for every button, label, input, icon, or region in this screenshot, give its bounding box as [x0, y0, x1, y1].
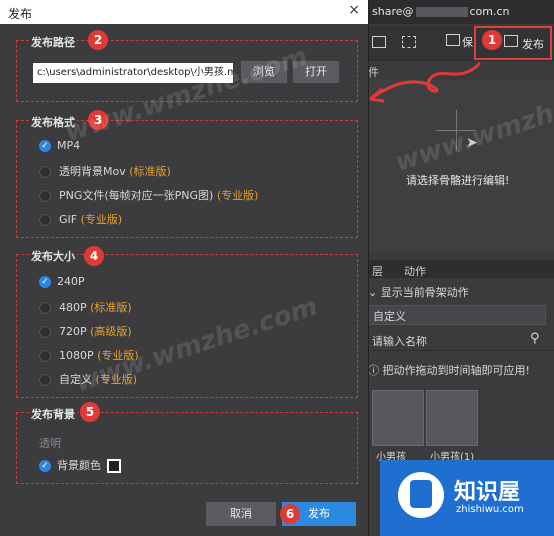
radio-icon — [39, 350, 51, 362]
action-thumb[interactable] — [426, 390, 478, 446]
format-option-gif[interactable]: GIF (专业版) — [39, 211, 122, 227]
search-input[interactable]: 请输入名称 ⚲ — [368, 330, 554, 351]
size-option-custom[interactable]: 自定义 (专业版) — [39, 371, 137, 387]
search-placeholder: 请输入名称 — [372, 335, 427, 348]
crosshair-h — [436, 130, 476, 131]
background-section: 发布背景 透明 ✓ 背景颜色 — [16, 406, 358, 484]
dialog-title: 发布 — [8, 7, 33, 21]
transparent-option[interactable]: 透明 — [39, 435, 61, 451]
size-section: 发布大小 ✓ 240P 480P (标准版) 720P (高级版) 1080P (… — [16, 248, 358, 398]
upload-icon — [504, 35, 518, 47]
format-option-png[interactable]: PNG文件(每帧对应一张PNG图) (专业版) — [39, 187, 258, 203]
size-option-720p[interactable]: 720P (高级版) — [39, 323, 132, 339]
radio-icon — [39, 326, 51, 338]
check-icon: ✓ — [39, 140, 51, 152]
tab-action[interactable]: 动作 — [404, 263, 426, 279]
path-input[interactable]: c:\users\administrator\desktop\小男孩.mp4 — [33, 63, 233, 83]
canvas-hint: 请选择骨骼进行编辑! — [406, 174, 510, 187]
chevron-down-icon: ⌄ — [368, 286, 381, 299]
size-option-240p[interactable]: ✓ 240P — [39, 275, 85, 288]
drag-hint: ⓘ 把动作拖动到时间轴即可应用! — [368, 364, 530, 377]
radio-icon — [39, 374, 51, 386]
format-option-mov[interactable]: 透明背景Mov (标准版) — [39, 163, 171, 179]
format-section-label: 发布格式 — [29, 114, 77, 130]
size-section-label: 发布大小 — [29, 248, 77, 264]
action-select[interactable]: 自定义 — [368, 305, 546, 325]
path-section: 发布路径 c:\users\administrator\desktop\小男孩.… — [16, 34, 358, 102]
size-option-480p[interactable]: 480P (标准版) — [39, 299, 132, 315]
badge-6: 6 — [280, 504, 300, 524]
site-logo: 知识屋 zhishiwu.com — [380, 460, 554, 536]
format-section: 发布格式 ✓ MP4 透明背景Mov (标准版) PNG文件(每帧对应一张PNG图… — [16, 114, 358, 238]
badge-4: 4 — [84, 246, 104, 266]
save-icon[interactable] — [446, 34, 460, 46]
badge-1: 1 — [482, 30, 502, 50]
color-swatch[interactable] — [107, 459, 121, 473]
tab-layer[interactable]: 层 — [372, 263, 383, 279]
close-icon[interactable]: × — [348, 2, 360, 18]
action-thumb[interactable] — [372, 390, 424, 446]
select-value: 自定义 — [373, 310, 406, 323]
bg-color-option[interactable]: ✓ 背景颜色 — [39, 457, 121, 473]
logo-url: zhishiwu.com — [456, 504, 524, 515]
search-icon[interactable]: ⚲ — [530, 331, 540, 346]
cancel-button[interactable]: 取消 — [206, 502, 276, 526]
size-option-1080p[interactable]: 1080P (专业版) — [39, 347, 139, 363]
check-icon: ✓ — [39, 276, 51, 288]
user-account: share@ com.cn — [372, 5, 510, 18]
badge-5: 5 — [80, 402, 100, 422]
radio-icon — [39, 166, 51, 178]
panel-tabs: 层 动作 — [368, 260, 554, 278]
browse-button[interactable]: 浏览 — [241, 61, 287, 83]
open-button[interactable]: 打开 — [293, 61, 339, 83]
publish-dialog: 发布 × 发布路径 c:\users\administrator\desktop… — [0, 0, 369, 536]
save-label[interactable]: 保 — [462, 34, 473, 50]
dialog-titlebar: 发布 × — [0, 0, 368, 24]
radio-icon — [39, 302, 51, 314]
radio-icon — [39, 190, 51, 202]
check-icon: ✓ — [39, 460, 51, 472]
show-current-row[interactable]: ⌄ 显示当前骨架动作 — [368, 284, 554, 300]
info-icon: ⓘ — [368, 364, 383, 377]
logo-text: 知识屋 — [454, 480, 521, 505]
logo-icon — [398, 472, 444, 518]
cursor-icon: ➤ — [466, 135, 478, 151]
annotation-arrow — [369, 61, 482, 103]
background-section-label: 发布背景 — [29, 406, 77, 422]
radio-icon — [39, 214, 51, 226]
format-option-mp4[interactable]: ✓ MP4 — [39, 139, 80, 152]
masked-text — [415, 7, 468, 17]
badge-3: 3 — [88, 110, 108, 130]
path-section-label: 发布路径 — [29, 34, 77, 50]
badge-2: 2 — [88, 30, 108, 50]
fullscreen-icon[interactable] — [402, 36, 416, 48]
publish-label: 发布 — [522, 38, 544, 51]
frame-icon[interactable] — [372, 36, 386, 48]
